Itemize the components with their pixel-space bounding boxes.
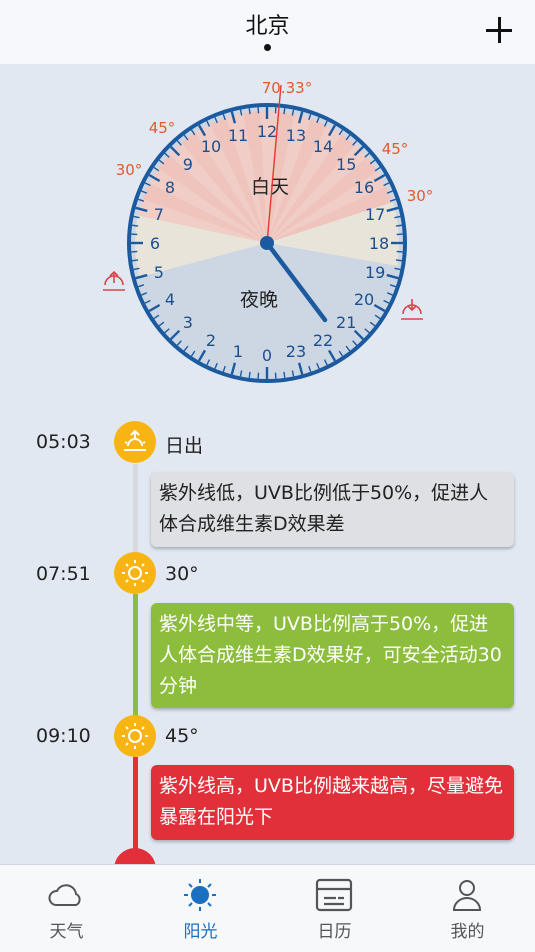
dial-tick bbox=[284, 372, 285, 378]
hour-number: 10 bbox=[201, 137, 221, 156]
hour-number: 4 bbox=[165, 290, 175, 309]
city-title[interactable]: 北京 bbox=[0, 8, 535, 40]
dial-tick bbox=[396, 260, 402, 261]
dial-tick bbox=[249, 108, 250, 114]
sun-icon bbox=[114, 552, 156, 594]
hour-number: 14 bbox=[313, 137, 333, 156]
hour-number: 15 bbox=[336, 155, 356, 174]
nav-weather[interactable]: 天气 bbox=[0, 865, 133, 952]
hour-number: 3 bbox=[183, 313, 193, 332]
nav-profile[interactable]: 我的 bbox=[401, 865, 534, 952]
uv-info-card: 紫外线中等，UVB比例高于50%，促进人体合成维生素D效果好，可安全活动30分钟 bbox=[151, 603, 514, 708]
uv-info-card: 紫外线低，UVB比例低于50%，促进人体合成维生素D效果差 bbox=[151, 472, 514, 547]
hour-number: 17 bbox=[365, 205, 385, 224]
hour-number: 8 bbox=[165, 178, 175, 197]
event-label: 30° bbox=[165, 563, 199, 585]
bottom-nav: 天气 阳光 日历 我的 bbox=[0, 864, 535, 952]
hour-number: 2 bbox=[206, 331, 216, 350]
right-30-label: 30° bbox=[407, 187, 434, 205]
left-45-label: 45° bbox=[149, 119, 176, 137]
uv-info-card: 紫外线高，UVB比例越来越高，尽量避免暴露在阳光下 bbox=[151, 765, 514, 840]
event-label: 日出 bbox=[165, 431, 203, 458]
sun-angle-label: 70.33° bbox=[262, 79, 312, 97]
right-45-label: 45° bbox=[382, 140, 409, 158]
calendar-icon bbox=[314, 877, 354, 913]
hour-number: 21 bbox=[336, 313, 356, 332]
nav-label: 日历 bbox=[268, 917, 401, 942]
event-time: 07:51 bbox=[36, 563, 91, 585]
page-indicator-dot bbox=[264, 44, 271, 51]
dial-tick bbox=[249, 372, 250, 378]
sunset-marker-icon bbox=[401, 299, 423, 319]
hour-number: 12 bbox=[257, 122, 277, 141]
sunrise-icon bbox=[114, 421, 156, 463]
nav-calendar[interactable]: 日历 bbox=[268, 865, 401, 952]
hour-number: 22 bbox=[313, 331, 333, 350]
profile-icon bbox=[447, 877, 487, 913]
hour-number: 23 bbox=[286, 342, 306, 361]
nav-label: 我的 bbox=[401, 917, 534, 942]
sunrise-marker-icon bbox=[103, 272, 125, 290]
hour-number: 16 bbox=[354, 178, 374, 197]
dial-tick bbox=[132, 225, 138, 226]
event-label: 45° bbox=[165, 725, 199, 747]
dial-tick bbox=[284, 108, 285, 114]
dial-center-pin bbox=[260, 236, 274, 250]
hour-number: 13 bbox=[286, 126, 306, 145]
event-time: 05:03 bbox=[36, 431, 91, 453]
hour-number: 7 bbox=[154, 205, 164, 224]
hour-number: 6 bbox=[150, 234, 160, 253]
hour-number: 18 bbox=[369, 234, 389, 253]
night-label: 夜晚 bbox=[240, 289, 278, 311]
hour-number: 9 bbox=[183, 155, 193, 174]
hour-number: 0 bbox=[262, 346, 272, 365]
day-label: 白天 bbox=[251, 176, 289, 198]
add-city-icon[interactable] bbox=[483, 14, 515, 46]
cloud-icon bbox=[46, 877, 86, 913]
event-time: 09:10 bbox=[36, 725, 91, 747]
hour-number: 19 bbox=[365, 263, 385, 282]
hour-number: 11 bbox=[228, 126, 248, 145]
top-bar: 北京 bbox=[0, 0, 535, 64]
dial-tick bbox=[132, 260, 138, 261]
hour-number: 20 bbox=[354, 290, 374, 309]
nav-label: 阳光 bbox=[134, 917, 267, 942]
left-30-label: 30° bbox=[116, 161, 143, 179]
sun-icon bbox=[114, 715, 156, 757]
sun-clock-dial: 01234567891011121314151617181920212223 7… bbox=[0, 64, 535, 404]
nav-sunlight[interactable]: 阳光 bbox=[134, 865, 267, 952]
nav-label: 天气 bbox=[0, 917, 133, 942]
dial-tick bbox=[396, 225, 402, 226]
hour-number: 1 bbox=[233, 342, 243, 361]
sun-icon bbox=[180, 877, 220, 913]
hour-number: 5 bbox=[154, 263, 164, 282]
